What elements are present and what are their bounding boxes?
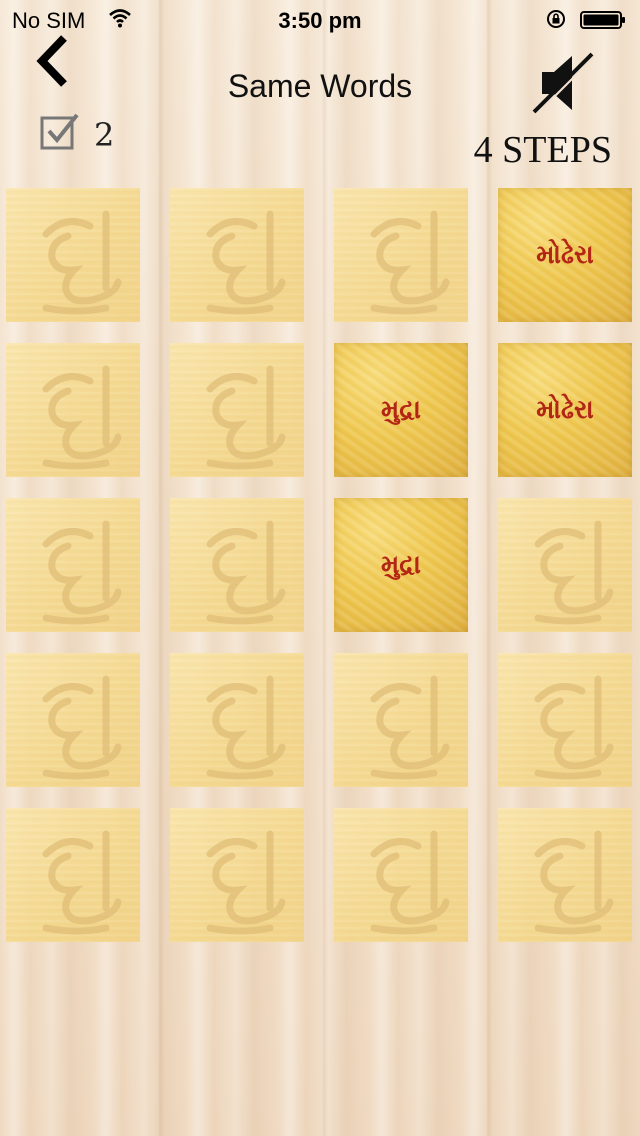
card-hidden[interactable] bbox=[334, 653, 468, 787]
card-back-glyph-icon bbox=[534, 520, 614, 625]
card-word: મોઢેરા bbox=[536, 394, 594, 425]
card-hidden[interactable] bbox=[170, 498, 304, 632]
card-word: મુદ્રા bbox=[380, 549, 422, 580]
card-hidden[interactable] bbox=[334, 808, 468, 942]
card-back-glyph-icon bbox=[534, 675, 614, 780]
game-board: મોઢેરા મુદ્રા મોઢેરા મુદ્રા bbox=[6, 188, 634, 944]
checkbox-icon bbox=[40, 113, 79, 150]
card-hidden[interactable] bbox=[334, 188, 468, 322]
card-hidden[interactable] bbox=[6, 498, 140, 632]
card-hidden[interactable] bbox=[6, 808, 140, 942]
card-hidden[interactable] bbox=[498, 498, 632, 632]
card-back-glyph-icon bbox=[42, 675, 122, 780]
card-revealed[interactable]: મુદ્રા bbox=[334, 343, 468, 477]
card-back-glyph-icon bbox=[206, 520, 286, 625]
steps-counter: 4 STEPS bbox=[473, 129, 612, 171]
card-hidden[interactable] bbox=[498, 653, 632, 787]
card-word: મોઢેરા bbox=[536, 239, 594, 270]
card-back-glyph-icon bbox=[42, 520, 122, 625]
card-hidden[interactable] bbox=[6, 188, 140, 322]
matches-count: 2 bbox=[94, 116, 115, 154]
card-hidden[interactable] bbox=[498, 808, 632, 942]
status-bar: No SIM 3:50 pm bbox=[0, 0, 640, 40]
card-hidden[interactable] bbox=[6, 653, 140, 787]
card-back-glyph-icon bbox=[42, 210, 122, 315]
card-hidden[interactable] bbox=[170, 343, 304, 477]
rotation-lock-icon bbox=[547, 10, 565, 28]
card-hidden[interactable] bbox=[170, 188, 304, 322]
card-back-glyph-icon bbox=[42, 365, 122, 470]
card-revealed[interactable]: મુદ્રા bbox=[334, 498, 468, 632]
card-hidden[interactable] bbox=[170, 808, 304, 942]
speaker-muted-icon[interactable] bbox=[528, 48, 598, 118]
card-hidden[interactable] bbox=[170, 653, 304, 787]
card-word: મુદ્રા bbox=[380, 394, 422, 425]
card-back-glyph-icon bbox=[370, 830, 450, 935]
card-back-glyph-icon bbox=[534, 830, 614, 935]
card-back-glyph-icon bbox=[206, 675, 286, 780]
card-revealed[interactable]: મોઢેરા bbox=[498, 343, 632, 477]
card-back-glyph-icon bbox=[206, 830, 286, 935]
card-back-glyph-icon bbox=[370, 675, 450, 780]
clock: 3:50 pm bbox=[278, 8, 362, 33]
battery-icon bbox=[580, 11, 625, 29]
card-back-glyph-icon bbox=[370, 210, 450, 315]
card-back-glyph-icon bbox=[42, 830, 122, 935]
card-back-glyph-icon bbox=[206, 210, 286, 315]
card-back-glyph-icon bbox=[206, 365, 286, 470]
card-revealed[interactable]: મોઢેરા bbox=[498, 188, 632, 322]
card-hidden[interactable] bbox=[6, 343, 140, 477]
